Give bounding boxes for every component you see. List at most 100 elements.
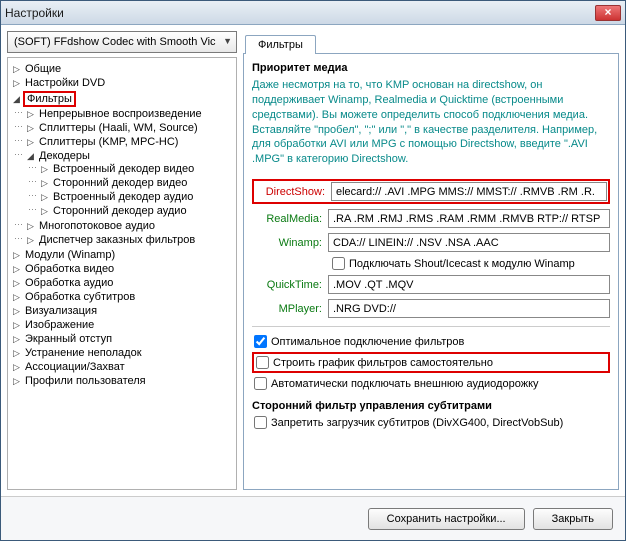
expand-icon: ▷ (40, 165, 49, 174)
tree-item-label[interactable]: Декодеры (37, 150, 92, 162)
tree-item[interactable]: ▷Встроенный декодер видео (40, 162, 236, 176)
tree-item-label[interactable]: Фильтры (23, 91, 76, 107)
tree-item[interactable]: ▷Визуализация (12, 304, 236, 318)
label-build-self: Строить график фильтров самостоятельно (273, 357, 493, 369)
checkbox-build-self[interactable] (256, 356, 269, 369)
expand-icon: ▷ (40, 193, 49, 202)
row-mplayer: MPlayer: (252, 299, 610, 318)
tree-item-label[interactable]: Профили пользователя (23, 375, 148, 387)
tree-item[interactable]: ▷Диспетчер заказных фильтров (26, 233, 236, 247)
input-quicktime[interactable] (328, 275, 610, 294)
content-area: (SOFT) FFdshow Codec with Smooth Vic ▷Об… (1, 25, 625, 496)
tree-item[interactable]: ▷Встроенный декодер аудио (40, 190, 236, 204)
tree-item[interactable]: ▷Устранение неполадок (12, 346, 236, 360)
tree-item-label[interactable]: Устранение неполадок (23, 347, 144, 359)
tree-item-label[interactable]: Обработка субтитров (23, 291, 137, 303)
tree-item-label[interactable]: Встроенный декодер видео (51, 163, 196, 175)
expand-icon: ▷ (26, 236, 35, 245)
checkbox-auto-ext-audio[interactable] (254, 377, 267, 390)
tree-item[interactable]: ▷Профили пользователя (12, 374, 236, 388)
tree-item-label[interactable]: Диспетчер заказных фильтров (37, 234, 197, 246)
tree-item-label[interactable]: Сторонний декодер аудио (51, 205, 189, 217)
codec-select-value: (SOFT) FFdshow Codec with Smooth Vic (14, 36, 216, 48)
tree-item-label[interactable]: Сплиттеры (Haali, WM, Source) (37, 122, 200, 134)
input-winamp[interactable] (328, 233, 610, 252)
row-auto-ext-audio: Автоматически подключать внешнюю аудиодо… (252, 377, 610, 390)
tree-item[interactable]: ▷Непрерывное воспроизведение (26, 107, 236, 121)
expand-icon: ▷ (40, 207, 49, 216)
tree-item-label[interactable]: Сторонний декодер видео (51, 177, 189, 189)
input-mplayer[interactable] (328, 299, 610, 318)
group-media-title: Приоритет медиа (252, 62, 610, 74)
save-button[interactable]: Сохранить настройки... (368, 508, 525, 530)
codec-select[interactable]: (SOFT) FFdshow Codec with Smooth Vic (7, 31, 237, 53)
row-realmedia: RealMedia: (252, 209, 610, 228)
tree-item-label[interactable]: Встроенный декодер аудио (51, 191, 195, 203)
tree-item[interactable]: ▷Экранный отступ (12, 332, 236, 346)
tree-item[interactable]: ▷Ассоциации/Захват (12, 360, 236, 374)
row-shout-icecast: Подключать Shout/Icecast к модулю Winamp (252, 257, 610, 270)
tree-item[interactable]: ▷Обработка субтитров (12, 290, 236, 304)
titlebar: Настройки × (1, 1, 625, 25)
tree-item[interactable]: ◢Декодеры▷Встроенный декодер видео▷Сторо… (26, 149, 236, 219)
label-winamp: Winamp: (252, 237, 322, 249)
tree-item[interactable]: ▷Настройки DVD (12, 76, 236, 90)
expand-icon: ▷ (12, 377, 21, 386)
tree-item-label[interactable]: Многопотоковое аудио (37, 220, 157, 232)
label-shout-icecast: Подключать Shout/Icecast к модулю Winamp (349, 258, 575, 270)
label-optimal: Оптимальное подключение фильтров (271, 336, 464, 348)
expand-icon: ▷ (26, 110, 35, 119)
tree-item-label[interactable]: Настройки DVD (23, 77, 107, 89)
collapse-icon[interactable]: ◢ (12, 95, 21, 104)
expand-icon: ▷ (12, 335, 21, 344)
input-directshow[interactable] (331, 182, 607, 201)
tree-item[interactable]: ▷Сплиттеры (Haali, WM, Source) (26, 121, 236, 135)
tree-item[interactable]: ▷Многопотоковое аудио (26, 219, 236, 233)
tree-item-label[interactable]: Сплиттеры (KMP, MPC-HC) (37, 136, 180, 148)
tree-item[interactable]: ▷Изображение (12, 318, 236, 332)
row-quicktime: QuickTime: (252, 275, 610, 294)
tree-item-label[interactable]: Непрерывное воспроизведение (37, 108, 204, 120)
tree-item-label[interactable]: Изображение (23, 319, 96, 331)
tree-item[interactable]: ▷Сторонний декодер видео (40, 176, 236, 190)
close-icon[interactable]: × (595, 5, 621, 21)
group-media-priority: Приоритет медиа Даже несмотря на то, что… (252, 62, 610, 390)
settings-tree[interactable]: ▷Общие▷Настройки DVD◢Фильтры▷Непрерывное… (7, 57, 237, 490)
checkbox-deny-sub-loader[interactable] (254, 416, 267, 429)
tabstrip: Фильтры (243, 31, 619, 53)
footer: Сохранить настройки... Закрыть (1, 496, 625, 540)
expand-icon: ▷ (12, 363, 21, 372)
tree-item-label[interactable]: Визуализация (23, 305, 99, 317)
tree-item-label[interactable]: Экранный отступ (23, 333, 114, 345)
tree-item[interactable]: ▷Обработка аудио (12, 276, 236, 290)
tab-filters[interactable]: Фильтры (245, 35, 316, 54)
window-title: Настройки (5, 6, 595, 20)
tree-item[interactable]: ▷Общие (12, 62, 236, 76)
tree-item-label[interactable]: Обработка аудио (23, 277, 115, 289)
expand-icon: ▷ (12, 293, 21, 302)
tree-item[interactable]: ▷Сплиттеры (KMP, MPC-HC) (26, 135, 236, 149)
tree-item-label[interactable]: Ассоциации/Захват (23, 361, 127, 373)
row-deny-sub-loader: Запретить загрузчик субтитров (DivXG400,… (252, 416, 610, 429)
close-button[interactable]: Закрыть (533, 508, 613, 530)
checkbox-optimal[interactable] (254, 335, 267, 348)
right-column: Фильтры Приоритет медиа Даже несмотря на… (243, 31, 619, 490)
expand-icon: ▷ (12, 65, 21, 74)
label-deny-sub-loader: Запретить загрузчик субтитров (DivXG400,… (271, 417, 563, 429)
collapse-icon[interactable]: ◢ (26, 152, 35, 161)
checkbox-shout-icecast[interactable] (332, 257, 345, 270)
expand-icon: ▷ (12, 279, 21, 288)
tree-item-label[interactable]: Общие (23, 63, 63, 75)
input-realmedia[interactable] (328, 209, 610, 228)
tree-item[interactable]: ▷Обработка видео (12, 262, 236, 276)
tree-item-label[interactable]: Модули (Winamp) (23, 249, 117, 261)
tree-item-label[interactable]: Обработка видео (23, 263, 116, 275)
expand-icon: ▷ (12, 265, 21, 274)
tree-item[interactable]: ◢Фильтры▷Непрерывное воспроизведение▷Спл… (12, 90, 236, 248)
expand-icon: ▷ (40, 179, 49, 188)
label-auto-ext-audio: Автоматически подключать внешнюю аудиодо… (271, 378, 539, 390)
panel: Приоритет медиа Даже несмотря на то, что… (243, 53, 619, 490)
tree-item[interactable]: ▷Модули (Winamp) (12, 248, 236, 262)
tree-item[interactable]: ▷Сторонний декодер аудио (40, 204, 236, 218)
label-directshow: DirectShow: (255, 186, 325, 198)
